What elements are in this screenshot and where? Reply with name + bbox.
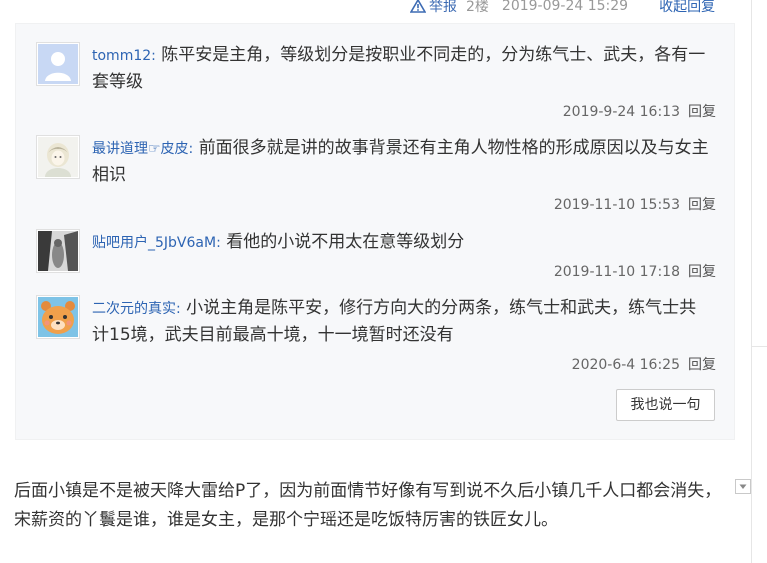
right-divider (751, 0, 752, 563)
reply-content: tomm12: 陈平安是主角，等级划分是按职业不同走的，分为练气士、武夫，各有一… (92, 42, 712, 95)
caret-down-icon (739, 484, 747, 489)
post-time: 2019-09-24 15:29 (501, 0, 629, 14)
reply-time: 2019-9-24 16:13 (562, 104, 680, 120)
reply-content: 最讲道理☞皮皮: 前面很多就是讲的故事背景还有主角人物性格的形成原因以及与女主相… (92, 135, 712, 188)
floor-number: 2楼 (466, 0, 489, 15)
user-avatar[interactable] (36, 42, 80, 86)
reply-link[interactable]: 回复 (688, 104, 716, 120)
reply-username[interactable]: 二次元的真实: (92, 301, 181, 317)
reply-link[interactable]: 回复 (688, 357, 716, 373)
user-avatar[interactable] (36, 229, 80, 273)
orange-bear-avatar-icon (38, 297, 78, 337)
next-post-content: 后面小镇是不是被天降大雷给P了，因为前面情节好像有写到说不久后小镇几千人口都会消… (14, 481, 722, 530)
reply-username[interactable]: 贴吧用户_5JbV6aM: (92, 235, 221, 251)
fold-replies-link[interactable]: 收起回复 (659, 0, 715, 16)
right-divider-tick (752, 346, 767, 347)
reply-content: 贴吧用户_5JbV6aM: 看他的小说不用太在意等级划分 (92, 229, 712, 256)
reply-text: 小说主角是陈平安，修行方向大的分两条，练气士和武夫，练气士共计15境，武夫目前最… (92, 298, 697, 345)
reply-time: 2019-11-10 15:53 (553, 197, 680, 213)
reply-meta: 2019-9-24 16:13 回复 (563, 101, 716, 121)
reply-text: 陈平安是主角，等级划分是按职业不同走的，分为练气士、武夫，各有一套等级 (92, 45, 706, 92)
reply-link[interactable]: 回复 (688, 197, 716, 213)
post-meta-bar: 举报 2楼 2019-09-24 15:29 收起回复 (410, 0, 715, 16)
post-menu-dropdown[interactable] (735, 479, 751, 494)
report-label[interactable]: 举报 (429, 0, 457, 16)
dark-photo-avatar-icon (38, 231, 78, 271)
reply-meta: 2019-11-10 17:18 回复 (554, 261, 716, 281)
reply-text: 看他的小说不用太在意等级划分 (226, 232, 465, 252)
user-avatar[interactable] (36, 295, 80, 339)
reply-content: 二次元的真实: 小说主角是陈平安，修行方向大的分两条，练气士和武夫，练气士共计1… (92, 295, 712, 348)
reply-time: 2019-11-10 17:18 (553, 264, 680, 280)
report-link[interactable]: 举报 (410, 0, 457, 16)
reply-meta: 2020-6-4 16:25 回复 (572, 354, 716, 374)
reply-link[interactable]: 回复 (688, 264, 716, 280)
default-user-avatar-icon (38, 44, 78, 84)
reply-meta: 2019-11-10 15:53 回复 (554, 194, 716, 214)
reply-list-box: tomm12: 陈平安是主角，等级划分是按职业不同走的，分为练气士、武夫，各有一… (15, 23, 735, 440)
reply-time: 2020-6-4 16:25 (571, 357, 680, 373)
user-avatar[interactable] (36, 135, 80, 179)
warning-icon (410, 0, 426, 13)
reply-username[interactable]: 最讲道理☞皮皮: (92, 141, 193, 157)
anime-girl-avatar-icon (38, 137, 78, 177)
add-comment-button[interactable]: 我也说一句 (616, 389, 715, 421)
reply-username[interactable]: tomm12: (92, 48, 156, 64)
